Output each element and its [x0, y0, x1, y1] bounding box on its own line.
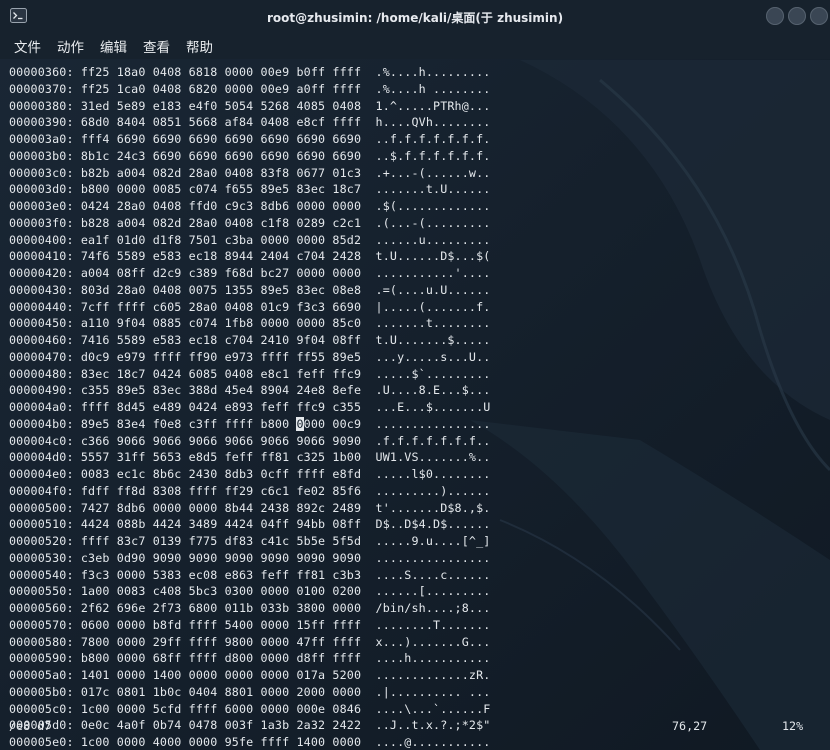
hex-dump-line: 000003d0: b800 0000 0085 c074 f655 89e5 … [9, 182, 491, 197]
hex-dump-line: 000005d0: 0e0c 4a0f 0b74 0478 003f 1a3b … [9, 718, 491, 733]
hex-dump-line: 000004c0: c366 9066 9066 9066 9066 9066 … [9, 433, 491, 448]
hex-dump-line: 00000360: ff25 18a0 0408 6818 0000 00e9 … [9, 65, 491, 79]
hex-dump-line: 00000560: 2f62 696e 2f73 6800 011b 033b … [9, 601, 491, 615]
hex-dump-line: 000004f0: fdff ff8d 8308 ffff ff29 c6c1 … [9, 483, 491, 498]
menu-edit[interactable]: 编辑 [100, 36, 127, 56]
hex-dump-line: 00000540: f3c3 0000 5383 ec08 e863 feff … [9, 567, 491, 582]
hex-dump-line: 000004b0: 89e5 83e4 f0e8 c3ff ffff b800 … [9, 416, 491, 431]
menu-actions[interactable]: 动作 [57, 36, 84, 56]
hex-dump-line: 00000420: a004 08ff d2c9 c389 f68d bc27 … [9, 266, 491, 280]
hex-dump-line: 00000510: 4424 088b 4424 3489 4424 04ff … [9, 517, 491, 532]
hex-dump-line: 00000370: ff25 1ca0 0408 6820 0000 00e9 … [9, 81, 491, 96]
text-cursor: 0 [296, 416, 304, 431]
hex-dump-line: 00000520: ffff 83c7 0139 f775 df83 c41c … [9, 534, 491, 548]
close-button[interactable] [810, 7, 828, 25]
hex-dump-line: 00000470: d0c9 e979 ffff ff90 e973 ffff … [9, 349, 491, 364]
hex-dump-line: 00000590: b800 0000 68ff ffff d800 0000 … [9, 651, 491, 666]
status-scroll-percent: 12% [782, 719, 804, 733]
maximize-button[interactable] [788, 7, 806, 25]
minimize-button[interactable] [766, 7, 784, 25]
hex-dump-line: 00000460: 7416 5589 e583 ec18 c704 2410 … [9, 333, 491, 347]
terminal-window: root@zhusimin: /home/kali/桌面(于 zhusimin)… [0, 0, 830, 750]
hex-dump-line: 00000500: 7427 8db6 0000 0000 8b44 2438 … [9, 500, 491, 515]
hex-dump-line: 00000580: 7800 0000 29ff ffff 9800 0000 … [9, 634, 491, 649]
status-cursor-position: 76,27 [672, 719, 708, 733]
hex-dump-line: 00000410: 74f6 5589 e583 ec18 8944 2404 … [9, 249, 491, 264]
hex-dump-line: 000003b0: 8b1c 24c3 6690 6690 6690 6690 … [9, 148, 491, 163]
hex-dump-line: 00000450: a110 9f04 0885 c074 1fb8 0000 … [9, 316, 491, 331]
hex-dump-line: 000003c0: b82b a004 082d 28a0 0408 83f8 … [9, 165, 491, 180]
menu-bar: 文件 动作 编辑 查看 帮助 [0, 33, 830, 59]
hex-dump-line: 000003e0: 0424 28a0 0408 ffd0 c9c3 8db6 … [9, 199, 491, 213]
hex-dump-line: 00000480: 83ec 18c7 0424 6085 0408 e8c1 … [9, 366, 491, 381]
terminal-output[interactable]: 00000360: ff25 18a0 0408 6818 0000 00e9 … [0, 59, 830, 750]
title-bar: root@zhusimin: /home/kali/桌面(于 zhusimin) [0, 0, 830, 34]
hex-dump-line: 00000380: 31ed 5e89 e183 e4f0 5054 5268 … [9, 98, 491, 113]
status-command: /e8 d7 [9, 719, 52, 733]
hex-dump-line: 000003a0: fff4 6690 6690 6690 6690 6690 … [9, 132, 491, 146]
hex-dump-line: 00000390: 68d0 8404 0851 5668 af84 0408 … [9, 115, 491, 130]
menu-file[interactable]: 文件 [14, 36, 41, 56]
hex-dump-line: 000004d0: 5557 31ff 5653 e8d5 feff ff81 … [9, 450, 491, 465]
hex-dump-line: 000005c0: 1c00 0000 5cfd ffff 6000 0000 … [9, 701, 491, 716]
hex-dump-line: 000005a0: 1401 0000 1400 0000 0000 0000 … [9, 668, 491, 682]
hex-dump-line: 00000570: 0600 0000 b8fd ffff 5400 0000 … [9, 617, 491, 632]
hex-dump-line: 00000490: c355 89e5 83ec 388d 45e4 8904 … [9, 383, 491, 398]
menu-help[interactable]: 帮助 [186, 36, 213, 56]
hex-dump-line: 000005b0: 017c 0801 1b0c 0404 8801 0000 … [9, 684, 491, 699]
hex-dump-line: 00000550: 1a00 0083 c408 5bc3 0300 0000 … [9, 584, 491, 599]
hex-dump-line: 000005e0: 1c00 0000 4000 0000 95fe ffff … [9, 735, 491, 749]
hex-dump-line: 000003f0: b828 a004 082d 28a0 0408 c1f8 … [9, 215, 491, 230]
hex-dump-line: 00000400: ea1f 01d0 d1f8 7501 c3ba 0000 … [9, 232, 491, 247]
hex-dump-line: 00000430: 803d 28a0 0408 0075 1355 89e5 … [9, 282, 491, 297]
hex-dump-line: 00000530: c3eb 0d90 9090 9090 9090 9090 … [9, 550, 491, 565]
menu-view[interactable]: 查看 [143, 36, 170, 56]
hex-dump-line: 000004a0: ffff 8d45 e489 0424 e893 feff … [9, 400, 491, 414]
window-title: root@zhusimin: /home/kali/桌面(于 zhusimin) [266, 11, 564, 25]
hex-dump-line: 00000440: 7cff ffff c605 28a0 0408 01c9 … [9, 299, 491, 314]
hex-dump-line: 000004e0: 0083 ec1c 8b6c 2430 8db3 0cff … [9, 467, 491, 481]
